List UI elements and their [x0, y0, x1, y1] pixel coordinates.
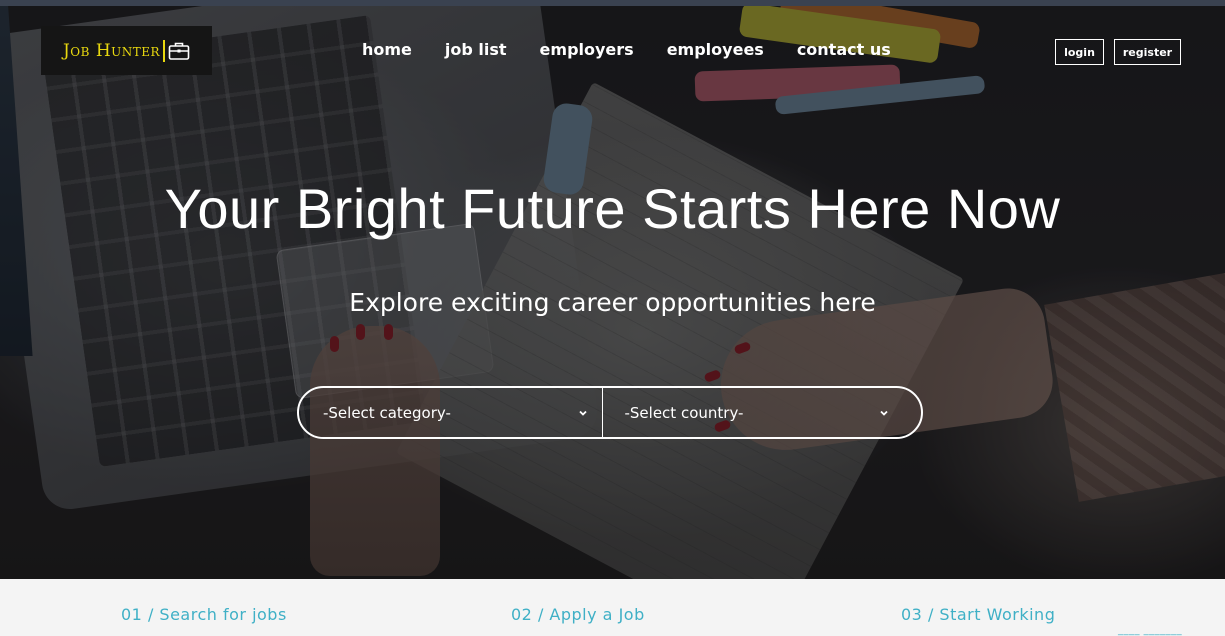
chevron-down-icon [880, 410, 888, 416]
step-search-jobs: 01 / Search for jobs [121, 605, 287, 624]
briefcase-icon [168, 42, 190, 60]
hero-headline: Your Bright Future Starts Here Now [164, 177, 1061, 240]
chevron-down-icon [578, 410, 587, 416]
main-nav: home job list employers employees contac… [362, 40, 924, 64]
logo-divider [163, 39, 166, 62]
category-select[interactable]: -Select category- [299, 388, 603, 437]
brand-logo[interactable]: Job Hunter [41, 26, 212, 75]
nav-employers[interactable]: employers [540, 40, 634, 64]
logo-text: Job Hunter [62, 40, 161, 61]
country-select[interactable]: -Select country- [603, 388, 922, 437]
hero-subheadline: Explore exciting career opportunities he… [349, 288, 876, 317]
step-cutoff-text: ____ _______ [1118, 625, 1183, 636]
job-search-form: -Select category- -Select country- [297, 386, 923, 439]
category-select-value: -Select category- [323, 403, 451, 422]
nav-employees[interactable]: employees [667, 40, 764, 64]
login-button[interactable]: login [1055, 39, 1104, 65]
nav-job-list[interactable]: job list [445, 40, 507, 64]
nav-contact-us[interactable]: contact us [797, 40, 891, 64]
hero-section: Job Hunter home job list employers emplo… [0, 6, 1225, 579]
country-select-value: -Select country- [624, 403, 744, 422]
step-apply-job: 02 / Apply a Job [511, 605, 645, 624]
nav-home[interactable]: home [362, 40, 412, 64]
steps-section: 01 / Search for jobs 02 / Apply a Job 03… [0, 579, 1225, 636]
register-button[interactable]: register [1114, 39, 1181, 65]
step-start-working: 03 / Start Working [901, 605, 1056, 624]
